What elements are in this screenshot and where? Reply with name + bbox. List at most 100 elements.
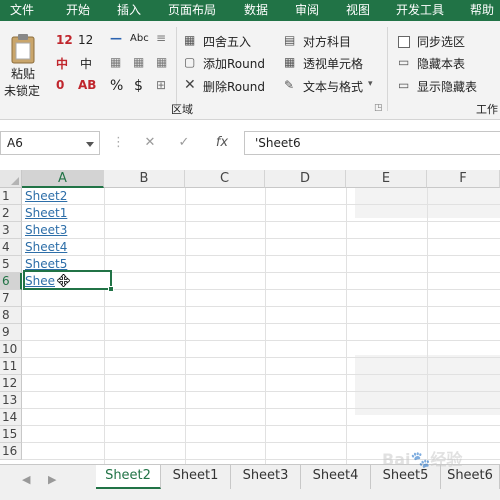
round-icon: ▦ — [184, 33, 196, 47]
move-cursor-icon — [56, 273, 71, 290]
row-header[interactable]: 6 — [0, 273, 22, 290]
calc-icon[interactable]: ⊞ — [156, 78, 166, 92]
chevron-down-icon[interactable]: ▾ — [368, 79, 373, 89]
row-header[interactable]: 8 — [0, 307, 22, 324]
menu-file[interactable]: 文件 — [10, 0, 34, 21]
menu-data[interactable]: 数据 — [244, 0, 268, 21]
gridline — [22, 323, 500, 324]
row-header[interactable]: 12 — [0, 375, 22, 392]
gridline — [22, 238, 500, 239]
chevron-right-icon[interactable]: ▶ — [48, 473, 56, 486]
ribbon: 粘贴 未锁定 12 12 中 中 0 AB — Abc ≡ ▦ ▦ ▦ % $ … — [0, 21, 500, 120]
menu-page-layout[interactable]: 页面布局 — [168, 0, 216, 21]
ribbon-separator — [176, 27, 177, 111]
sheet-tab-sheet1[interactable]: Sheet1 — [161, 465, 231, 489]
menu-review[interactable]: 审阅 — [295, 0, 319, 21]
perspective-button[interactable]: 透视单元格 — [303, 55, 363, 72]
formula-input[interactable]: 'Sheet6 — [244, 131, 500, 155]
enter-icon[interactable]: ✓ — [174, 131, 194, 155]
cell-a5-link[interactable]: Sheet5 — [25, 256, 67, 273]
menu-view[interactable]: 视图 — [346, 0, 370, 21]
menu-home[interactable]: 开始 — [66, 0, 90, 21]
row-header[interactable]: 1 — [0, 188, 22, 205]
show-hidden-button[interactable]: 显示隐藏表 — [417, 78, 477, 95]
menu-help[interactable]: 帮助 — [470, 0, 494, 21]
number-12[interactable]: 12 — [78, 33, 93, 47]
abc-button[interactable]: Abc — [130, 33, 149, 44]
cell-a3-link[interactable]: Sheet3 — [25, 222, 67, 239]
grid-icon[interactable]: ▦ — [110, 55, 121, 69]
row-header[interactable]: 13 — [0, 392, 22, 409]
remove-round-button[interactable]: 删除Round — [203, 78, 265, 95]
excel-window: 文件 开始 插入 页面布局 数据 审阅 视图 开发工具 帮助 粘贴 未锁定 12… — [0, 0, 500, 500]
select-all-corner[interactable] — [0, 170, 22, 188]
gridline — [22, 255, 500, 256]
menu-insert[interactable]: 插入 — [117, 0, 141, 21]
row-header[interactable]: 10 — [0, 341, 22, 358]
gridline — [22, 391, 500, 392]
row-header[interactable]: 11 — [0, 358, 22, 375]
row-header[interactable]: 2 — [0, 205, 22, 222]
round-button[interactable]: 四舍五入 — [203, 33, 251, 50]
formula-bar: A6 ⋮ ✕ ✓ fx 'Sheet6 — [0, 120, 500, 170]
sheet-tab-sheet4[interactable]: Sheet4 — [301, 465, 371, 489]
perspective-icon: ▦ — [284, 55, 296, 69]
name-box-value: A6 — [7, 136, 23, 150]
ab-text[interactable]: AB — [78, 78, 96, 92]
sheet-tab-sheet3[interactable]: Sheet3 — [231, 465, 301, 489]
gridline — [427, 188, 428, 464]
function-icon[interactable]: fx — [208, 131, 236, 155]
cell-a4-link[interactable]: Sheet4 — [25, 239, 67, 256]
sheet-tab-sheet2[interactable]: Sheet2 — [96, 465, 161, 489]
column-header-b[interactable]: B — [104, 170, 185, 188]
minus-icon[interactable]: — — [110, 31, 122, 45]
clipboard-icon[interactable] — [10, 33, 36, 68]
fill-handle[interactable] — [108, 286, 114, 292]
row-header[interactable]: 7 — [0, 290, 22, 307]
table-icon[interactable]: ▦ — [133, 55, 144, 69]
paste-button[interactable]: 粘贴 — [11, 65, 35, 82]
column-header-f[interactable]: F — [427, 170, 500, 188]
cell-a2-link[interactable]: Sheet1 — [25, 205, 67, 222]
column-header-c[interactable]: C — [185, 170, 265, 188]
hide-sheet-icon: ▭ — [398, 55, 410, 69]
row-header[interactable]: 14 — [0, 409, 22, 426]
table2-icon[interactable]: ▦ — [156, 55, 167, 69]
add-round-button[interactable]: 添加Round — [203, 55, 265, 72]
row-header[interactable]: 15 — [0, 426, 22, 443]
name-box[interactable]: A6 — [0, 131, 100, 155]
row-header[interactable]: 4 — [0, 239, 22, 256]
chevron-left-icon[interactable]: ◀ — [22, 473, 30, 486]
gridline — [185, 188, 186, 464]
row-header[interactable]: 16 — [0, 443, 22, 460]
dollar-button[interactable]: $ — [134, 78, 143, 94]
red-zhong-icon[interactable]: 中 — [56, 55, 68, 72]
zhong-text[interactable]: 中 — [80, 55, 92, 72]
list-icon[interactable]: ≡ — [156, 31, 166, 45]
row-header[interactable]: 3 — [0, 222, 22, 239]
cancel-icon[interactable]: ✕ — [140, 131, 160, 155]
text-format-button[interactable]: 文本与格式 — [303, 78, 363, 95]
cell-a6-link[interactable]: Shee — [25, 273, 55, 290]
menu-bar: 文件 开始 插入 页面布局 数据 审阅 视图 开发工具 帮助 — [0, 0, 500, 21]
red-number-icon[interactable]: 12 — [56, 33, 73, 47]
cell-a1-link[interactable]: Sheet2 — [25, 188, 67, 205]
column-header-d[interactable]: D — [265, 170, 346, 188]
column-header-a[interactable]: A — [22, 170, 104, 188]
unlock-label[interactable]: 未锁定 — [4, 82, 40, 99]
row-header[interactable]: 5 — [0, 256, 22, 273]
gridline — [22, 306, 500, 307]
column-header-e[interactable]: E — [346, 170, 427, 188]
add-round-icon: ▢ — [184, 55, 196, 69]
percent-button[interactable]: % — [110, 78, 123, 94]
red-zero-icon[interactable]: 0 — [56, 78, 64, 92]
text-format-icon: ✎ — [284, 78, 295, 92]
chevron-down-icon[interactable] — [86, 142, 94, 147]
row-header[interactable]: 9 — [0, 324, 22, 341]
worksheet-grid[interactable]: A B C D E F 1 2 3 4 5 6 7 8 9 10 11 12 1… — [0, 170, 500, 464]
menu-developer[interactable]: 开发工具 — [396, 0, 444, 21]
align-button[interactable]: 对方科目 — [303, 33, 351, 50]
sync-select-checkbox[interactable] — [398, 36, 410, 48]
hide-sheet-button[interactable]: 隐藏本表 — [417, 55, 465, 72]
dialog-launcher-icon[interactable]: ◳ — [374, 103, 383, 113]
